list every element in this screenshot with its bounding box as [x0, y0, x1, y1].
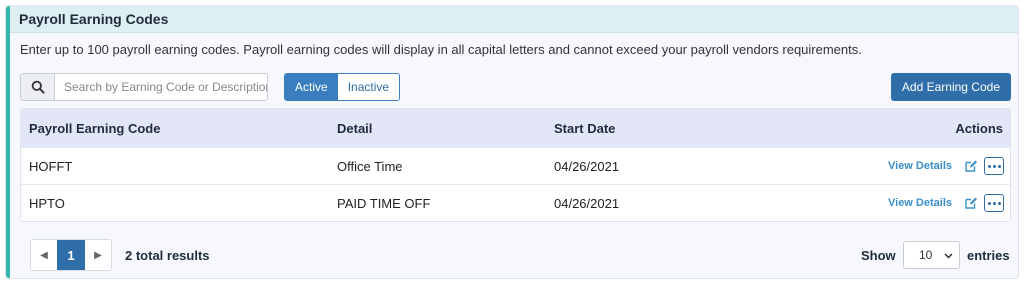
filter-inactive-button[interactable]: Inactive [337, 74, 400, 100]
chevron-right-icon[interactable]: ▶ [85, 240, 111, 270]
more-options-icon[interactable] [984, 194, 1004, 212]
table-footer: ◀ 1 ▶ 2 total results Show 10 entries [30, 239, 1011, 271]
filter-active-button[interactable]: Active [285, 74, 338, 100]
chevron-left-icon[interactable]: ◀ [31, 240, 57, 270]
toolbar: Active Inactive Add Earning Code [20, 73, 1011, 101]
entries-label: entries [967, 248, 1010, 263]
column-header-start-date: Start Date [554, 120, 616, 136]
pagination: ◀ 1 ▶ [30, 239, 112, 271]
page-1-button[interactable]: 1 [57, 240, 85, 270]
cell-code: HPTO [29, 195, 65, 211]
search-icon[interactable] [21, 74, 55, 100]
panel-title: Payroll Earning Codes [19, 11, 169, 27]
column-header-code: Payroll Earning Code [29, 120, 161, 136]
entries-select[interactable]: 10 [903, 241, 960, 269]
show-label: Show [861, 248, 896, 263]
cell-detail: Office Time [337, 158, 403, 174]
column-header-actions: Actions [955, 120, 1003, 136]
cell-actions: View Details [754, 194, 1010, 212]
search-group [20, 73, 268, 101]
table-row: HOFFT Office Time 04/26/2021 View Detail… [21, 147, 1010, 184]
table-header: Payroll Earning Code Detail Start Date A… [21, 109, 1010, 147]
add-earning-code-button[interactable]: Add Earning Code [890, 73, 1011, 101]
earning-codes-table: Payroll Earning Code Detail Start Date A… [20, 108, 1011, 222]
edit-icon[interactable] [964, 196, 978, 210]
cell-code: HOFFT [29, 158, 73, 174]
payroll-earning-codes-panel: Payroll Earning Codes Enter up to 100 pa… [6, 6, 1018, 278]
entries-value: 10 [919, 248, 933, 262]
chevron-down-icon [944, 248, 953, 262]
search-input[interactable] [55, 74, 267, 100]
more-options-icon[interactable] [984, 157, 1004, 175]
panel-header: Payroll Earning Codes [10, 6, 1018, 33]
edit-icon[interactable] [964, 159, 978, 173]
view-details-link[interactable]: View Details [888, 160, 952, 172]
cell-detail: PAID TIME OFF [337, 195, 431, 211]
intro-text: Enter up to 100 payroll earning codes. P… [20, 42, 862, 57]
table-row: HPTO PAID TIME OFF 04/26/2021 View Detai… [21, 184, 1010, 221]
view-details-link[interactable]: View Details [888, 197, 952, 209]
cell-start-date: 04/26/2021 [554, 195, 620, 211]
cell-start-date: 04/26/2021 [554, 158, 620, 174]
results-count: 2 total results [125, 248, 210, 263]
cell-actions: View Details [754, 157, 1010, 175]
column-header-detail: Detail [337, 120, 373, 136]
status-filter-toggle: Active Inactive [284, 73, 401, 101]
